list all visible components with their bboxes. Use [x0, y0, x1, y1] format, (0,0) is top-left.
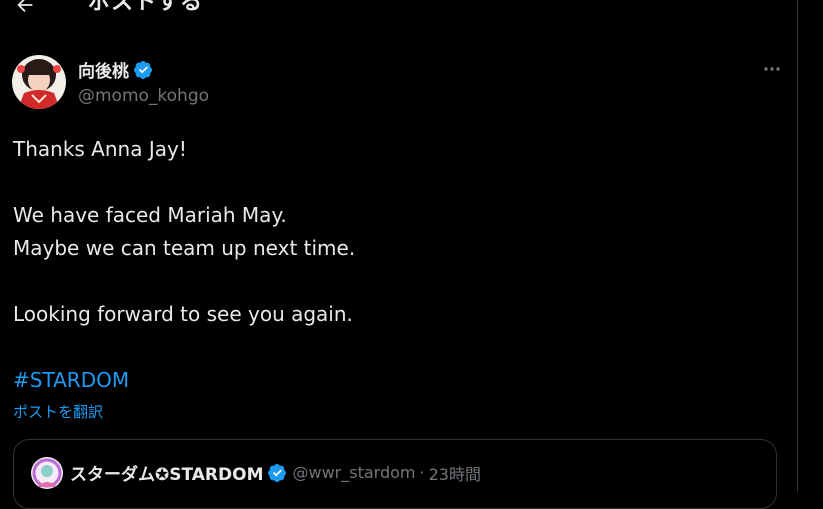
- quote-header: スターダム✪STARDOM @wwr_stardom · 23時間: [70, 460, 481, 485]
- quote-avatar[interactable]: [31, 457, 63, 489]
- page-title: ポストする: [88, 0, 204, 15]
- avatar-image: [12, 55, 66, 109]
- author-handle[interactable]: @momo_kohgo: [78, 86, 209, 106]
- main-column: ポストする 向後桃 @momo_kohgo Thanks Anna Jay! W…: [0, 0, 798, 509]
- tweet-text: Thanks Anna Jay! We have faced Mariah Ma…: [13, 133, 773, 397]
- tweet-line: [13, 265, 773, 298]
- verified-badge-icon: [267, 463, 287, 483]
- hashtag-link[interactable]: #STARDOM: [13, 364, 773, 397]
- tweet-line: [13, 166, 773, 199]
- back-button[interactable]: [10, 0, 40, 20]
- quote-avatar-image: [31, 457, 63, 489]
- author-display-name: 向後桃: [78, 62, 129, 82]
- tweet-line: We have faced Mariah May.: [13, 203, 287, 227]
- more-horizontal-icon: [764, 67, 780, 71]
- quote-handle: @wwr_stardom: [292, 463, 416, 482]
- quote-display-name: スターダム✪STARDOM: [70, 465, 264, 485]
- quote-separator: ·: [419, 463, 425, 482]
- tweet-line: Looking forward to see you again.: [13, 302, 353, 326]
- arrow-left-icon: [17, 0, 33, 13]
- author-name-link[interactable]: 向後桃: [78, 57, 153, 82]
- translate-post-link[interactable]: ポストを翻訳: [13, 401, 103, 422]
- tweet-author: 向後桃 @momo_kohgo: [12, 55, 787, 109]
- more-options-button[interactable]: [757, 57, 787, 81]
- avatar[interactable]: [12, 55, 66, 109]
- tweet-line: Thanks Anna Jay!: [13, 137, 187, 161]
- quoted-tweet[interactable]: スターダム✪STARDOM @wwr_stardom · 23時間: [13, 439, 777, 509]
- quote-timestamp[interactable]: 23時間: [429, 461, 481, 485]
- page-header: ポストする: [0, 0, 797, 20]
- verified-badge-icon: [133, 60, 153, 80]
- tweet-line: [13, 331, 773, 364]
- tweet-line: Maybe we can team up next time.: [13, 236, 356, 260]
